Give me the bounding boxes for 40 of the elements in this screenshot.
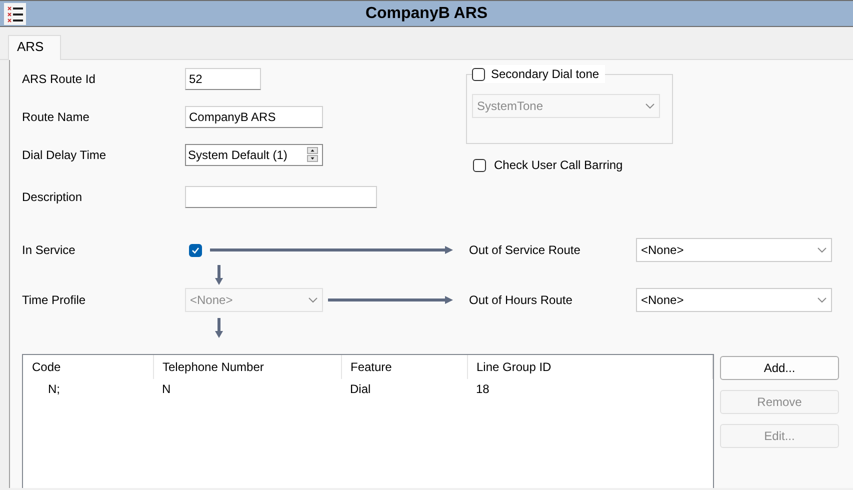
connector-arrow — [215, 318, 223, 338]
chevron-down-icon — [645, 102, 655, 108]
table-cell: 18 — [467, 379, 712, 399]
input-field[interactable]: CompanyB ARS — [185, 106, 323, 128]
dropdown[interactable]: <None> — [636, 288, 832, 312]
field-label: Dial Delay Time — [22, 147, 108, 164]
column-header[interactable]: Code — [23, 355, 153, 379]
field-label: ARS Route Id — [22, 71, 96, 88]
button[interactable]: Add... — [720, 356, 839, 380]
checkbox-label: Secondary Dial tone — [491, 66, 600, 83]
field-label: Time Profile — [22, 292, 87, 309]
checkbox[interactable] — [473, 158, 486, 172]
connector-arrow — [215, 265, 223, 285]
field-label: Out of Service Route — [469, 242, 582, 259]
checkbox[interactable] — [472, 68, 485, 80]
spin-field[interactable]: System Default (1) — [185, 144, 323, 166]
chevron-down-icon — [817, 247, 827, 253]
input-field[interactable] — [185, 186, 377, 208]
input-field[interactable]: 52 — [185, 68, 261, 90]
checkbox-label: Check User Call Barring — [494, 157, 623, 174]
field-label: In Service — [22, 242, 76, 259]
column-header[interactable]: Line Group ID — [467, 355, 712, 379]
window-title: CompanyB ARS — [365, 4, 488, 24]
list-icon — [4, 3, 26, 25]
spin-down-icon[interactable] — [307, 155, 318, 162]
table-cell: N; — [23, 379, 153, 399]
table-cell: Dial — [341, 379, 467, 399]
tab[interactable]: ARS — [8, 35, 61, 60]
column-header[interactable]: Feature — [341, 355, 467, 379]
checkmark-icon — [191, 246, 200, 254]
column-header[interactable]: Telephone Number — [153, 355, 341, 379]
spin-up-icon[interactable] — [307, 147, 318, 154]
table-cell: N — [153, 379, 341, 399]
dropdown[interactable]: <None> — [636, 238, 832, 262]
checkbox[interactable] — [189, 244, 202, 256]
field-label: Out of Hours Route — [469, 292, 574, 309]
chevron-down-icon — [817, 297, 827, 303]
chevron-down-icon — [308, 297, 318, 303]
field-label: Route Name — [22, 109, 90, 126]
field-label: Description — [22, 189, 84, 206]
